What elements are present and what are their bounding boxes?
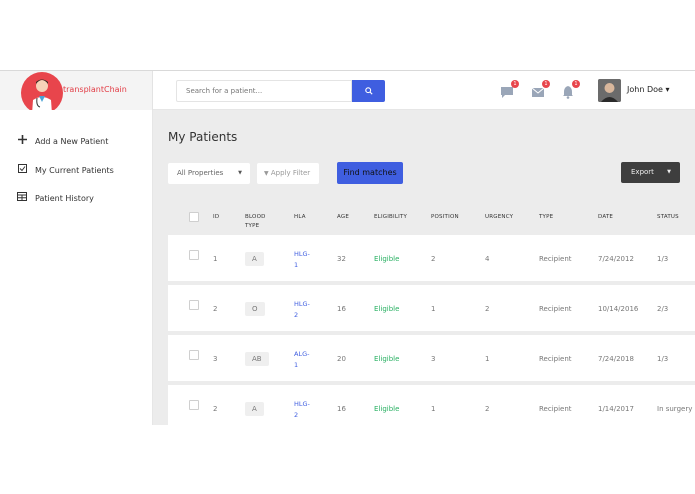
cell-hla-link[interactable]: HLG- 2: [294, 299, 316, 321]
row-checkbox[interactable]: [189, 250, 199, 260]
cell-id: 1: [213, 255, 218, 263]
cell-type: Recipient: [539, 305, 572, 313]
page-title: My Patients: [168, 130, 238, 144]
sidebar-item-current-patients[interactable]: My Current Patients: [17, 163, 114, 177]
sidebar-item-label: Add a New Patient: [35, 136, 109, 146]
user-avatar[interactable]: [598, 79, 621, 102]
caret-down-icon: ▼: [667, 169, 671, 175]
apply-filter-button[interactable]: ▼ Apply Filter: [257, 163, 319, 184]
cell-eligibility: Eligible: [374, 355, 400, 363]
column-header-urgency[interactable]: URGENCY: [485, 213, 513, 222]
cell-hla-link[interactable]: ALG- 1: [294, 349, 316, 371]
caret-down-icon: ▼: [238, 170, 242, 176]
cell-status: 1/3: [657, 255, 669, 263]
cell-blood-type: O: [245, 302, 265, 316]
row-checkbox[interactable]: [189, 400, 199, 410]
column-header-hla[interactable]: HLA: [294, 213, 306, 222]
search-icon: [364, 87, 373, 95]
cell-urgency: 4: [485, 255, 490, 263]
cell-position: 3: [431, 355, 436, 363]
column-header-age[interactable]: AGE: [337, 213, 349, 222]
sidebar-item-add-patient[interactable]: Add a New Patient: [17, 134, 108, 148]
sidebar-item-label: Patient History: [35, 193, 94, 203]
column-header-blood-type[interactable]: BLOOD TYPE: [245, 213, 266, 231]
cell-age: 32: [337, 255, 346, 263]
mail-button[interactable]: 1: [531, 80, 550, 98]
cell-eligibility: Eligible: [374, 405, 400, 413]
cell-age: 16: [337, 405, 346, 413]
cell-id: 2: [213, 305, 218, 313]
cell-hla-link[interactable]: HLG- 1: [294, 249, 316, 271]
table-row[interactable]: 2 O HLG- 2 16 Eligible 1 2 Recipient 10/1…: [168, 285, 695, 331]
messages-badge: 1: [511, 80, 519, 88]
cell-status: 1/3: [657, 355, 669, 363]
table-row[interactable]: 2 A HLG- 2 16 Eligible 1 2 Recipient 1/14…: [168, 385, 695, 425]
cell-date: 7/24/2012: [598, 255, 634, 263]
plus-icon: [17, 135, 27, 147]
cell-status: In surgery: [657, 405, 693, 413]
column-header-position[interactable]: POSITION: [431, 213, 459, 222]
cell-blood-type: AB: [245, 352, 269, 366]
sidebar-item-patient-history[interactable]: Patient History: [17, 191, 94, 205]
cell-age: 16: [337, 305, 346, 313]
cell-id: 2: [213, 405, 218, 413]
table-header: ID BLOOD TYPE HLA AGE ELIGIBILITY POSITI…: [168, 205, 695, 235]
cell-age: 20: [337, 355, 346, 363]
messages-button[interactable]: 1: [500, 80, 519, 98]
cell-position: 2: [431, 255, 436, 263]
brand-logo-area[interactable]: transplantChain: [0, 71, 153, 114]
cell-urgency: 2: [485, 305, 490, 313]
row-checkbox[interactable]: [189, 350, 199, 360]
properties-select[interactable]: All Properties ▼: [168, 163, 250, 184]
column-header-id[interactable]: ID: [213, 213, 219, 222]
notifications-badge: 1: [572, 80, 580, 88]
cell-eligibility: Eligible: [374, 305, 400, 313]
row-checkbox[interactable]: [189, 300, 199, 310]
doctor-logo-icon: [21, 72, 63, 114]
brand-name: transplantChain: [63, 85, 127, 94]
mail-badge: 1: [542, 80, 550, 88]
cell-position: 1: [431, 405, 436, 413]
patient-search-input[interactable]: [176, 80, 352, 102]
sidebar: Add a New Patient My Current Patients Pa…: [0, 110, 153, 425]
properties-select-value: All Properties: [177, 169, 224, 177]
cell-position: 1: [431, 305, 436, 313]
select-all-checkbox[interactable]: [189, 212, 199, 222]
table-icon: [17, 192, 27, 204]
cell-type: Recipient: [539, 255, 572, 263]
cell-urgency: 2: [485, 405, 490, 413]
cell-hla-link[interactable]: HLG- 2: [294, 399, 316, 421]
cell-status: 2/3: [657, 305, 669, 313]
app-window: transplantChain 1 1: [0, 70, 695, 425]
column-header-eligibility[interactable]: ELIGIBILITY: [374, 213, 407, 222]
table-row[interactable]: 1 A HLG- 1 32 Eligible 2 4 Recipient 7/24…: [168, 235, 695, 281]
cell-type: Recipient: [539, 355, 572, 363]
cell-id: 3: [213, 355, 218, 363]
user-menu[interactable]: John Doe ▾: [627, 85, 669, 94]
column-header-status[interactable]: STATUS: [657, 213, 679, 222]
cell-date: 10/14/2016: [598, 305, 639, 313]
export-button[interactable]: Export ▼: [621, 162, 680, 183]
main-content: My Patients All Properties ▼ ▼ Apply Fil…: [153, 110, 695, 425]
checkbox-icon: [17, 164, 27, 176]
column-header-type[interactable]: TYPE: [539, 213, 553, 222]
find-matches-button[interactable]: Find matches: [337, 162, 403, 184]
search-button[interactable]: [352, 80, 385, 102]
sidebar-item-label: My Current Patients: [35, 165, 114, 175]
cell-blood-type: A: [245, 252, 264, 266]
cell-date: 7/24/2018: [598, 355, 634, 363]
export-label: Export: [631, 168, 654, 176]
cell-type: Recipient: [539, 405, 572, 413]
apply-filter-label: Apply Filter: [270, 169, 311, 177]
column-header-date[interactable]: DATE: [598, 213, 613, 222]
cell-date: 1/14/2017: [598, 405, 634, 413]
table-row[interactable]: 3 AB ALG- 1 20 Eligible 3 1 Recipient 7/2…: [168, 335, 695, 381]
notifications-button[interactable]: 1: [561, 80, 580, 99]
cell-blood-type: A: [245, 402, 264, 416]
filter-icon: ▼: [264, 170, 269, 177]
top-header: transplantChain 1 1: [0, 70, 695, 114]
cell-urgency: 1: [485, 355, 490, 363]
cell-eligibility: Eligible: [374, 255, 400, 263]
